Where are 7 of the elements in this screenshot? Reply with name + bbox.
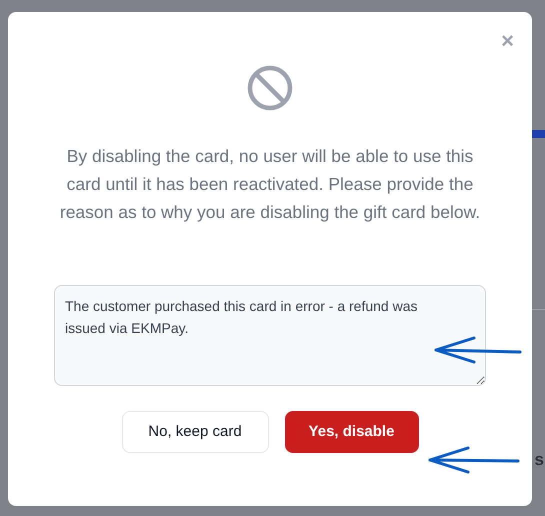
ban-icon — [246, 64, 294, 112]
dialog-message: By disabling the card, no user will be able to use this card until it has been reactivated. Please provide the reason as to why you are disabling the gift card below. — [58, 145, 482, 224]
accent-bar — [531, 130, 545, 138]
reason-field[interactable]: The customer purchased this card in error - a refund was issued via EKMPay. — [54, 285, 486, 386]
keep-card-button[interactable]: No, keep card — [122, 411, 268, 453]
disable-button[interactable]: Yes, disable — [284, 411, 418, 453]
background-text: s — [534, 449, 544, 471]
